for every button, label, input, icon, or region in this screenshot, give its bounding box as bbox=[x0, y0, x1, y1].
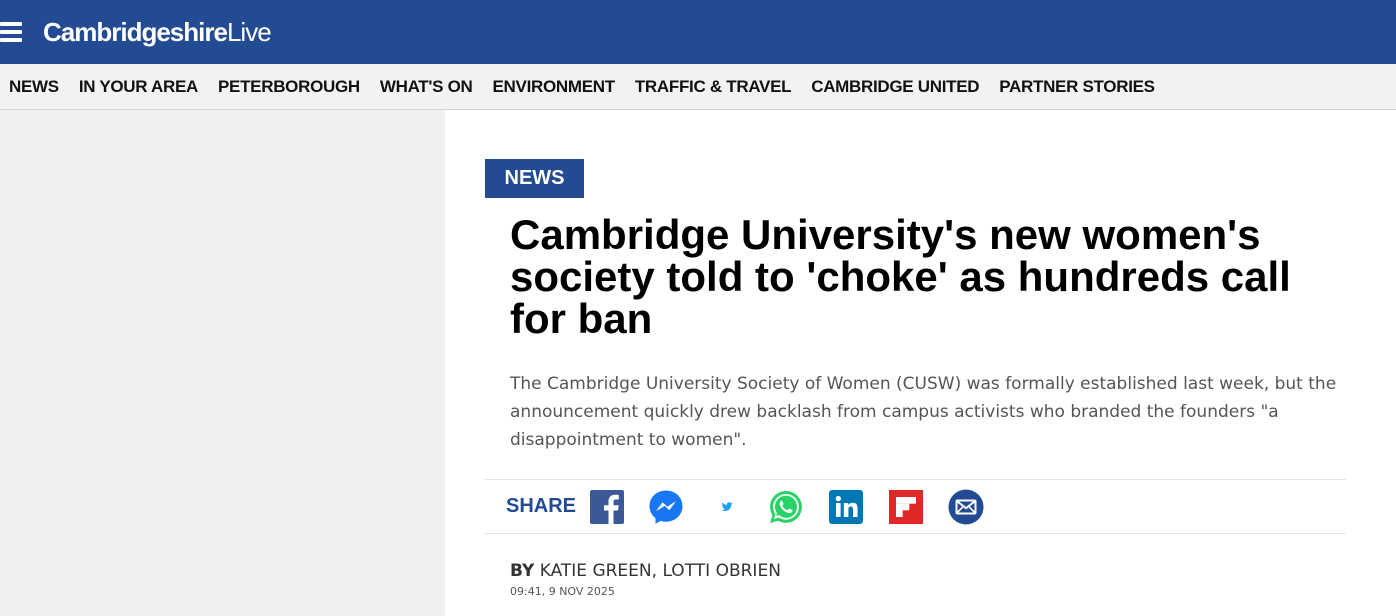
author-links[interactable]: KATIE GREEN, LOTTI OBRIEN bbox=[540, 561, 781, 581]
article-standfirst: The Cambridge University Society of Wome… bbox=[510, 374, 1337, 450]
nav-item-environment[interactable]: ENVIRONMENT bbox=[493, 77, 616, 97]
nav-item-whats-on[interactable]: WHAT'S ON bbox=[380, 77, 473, 97]
flipboard-icon[interactable] bbox=[888, 489, 924, 525]
site-header: CambridgeshireLive bbox=[0, 0, 1396, 64]
nav-item-traffic-travel[interactable]: TRAFFIC & TRAVEL bbox=[635, 77, 792, 97]
logo-text-bold: Cambridgeshire bbox=[43, 17, 228, 47]
article: NEWS Cambridge University's new women's … bbox=[445, 110, 1396, 616]
main-nav: NEWS IN YOUR AREA PETERBOROUGH WHAT'S ON… bbox=[0, 64, 1396, 110]
share-bar: SHARE bbox=[485, 479, 1346, 534]
logo-text-light: Live bbox=[226, 17, 272, 47]
byline-prefix: BY bbox=[510, 561, 535, 581]
messenger-icon[interactable] bbox=[648, 489, 684, 525]
nav-item-in-your-area[interactable]: IN YOUR AREA bbox=[79, 77, 199, 97]
article-headline: Cambridge University's new women's socie… bbox=[510, 211, 1291, 342]
byline: BY KATIE GREEN, LOTTI OBRIEN bbox=[510, 561, 781, 581]
share-label: SHARE bbox=[506, 495, 577, 517]
hamburger-icon[interactable] bbox=[0, 21, 24, 43]
whatsapp-icon[interactable] bbox=[768, 489, 804, 525]
nav-item-news[interactable]: NEWS bbox=[9, 77, 59, 97]
nav-item-cambridge-united[interactable]: CAMBRIDGE UNITED bbox=[811, 77, 979, 97]
nav-item-peterborough[interactable]: PETERBOROUGH bbox=[218, 77, 360, 97]
nav-item-partner-stories[interactable]: PARTNER STORIES bbox=[999, 77, 1155, 97]
email-icon[interactable] bbox=[948, 489, 984, 525]
site-logo[interactable]: CambridgeshireLive bbox=[43, 15, 272, 49]
publish-timestamp: 09:41, 9 NOV 2025 bbox=[510, 585, 615, 598]
linkedin-icon[interactable] bbox=[828, 489, 864, 525]
twitter-icon[interactable] bbox=[708, 489, 744, 525]
section-badge[interactable]: NEWS bbox=[485, 159, 584, 198]
left-sidebar bbox=[0, 110, 445, 616]
facebook-icon[interactable] bbox=[589, 489, 625, 525]
